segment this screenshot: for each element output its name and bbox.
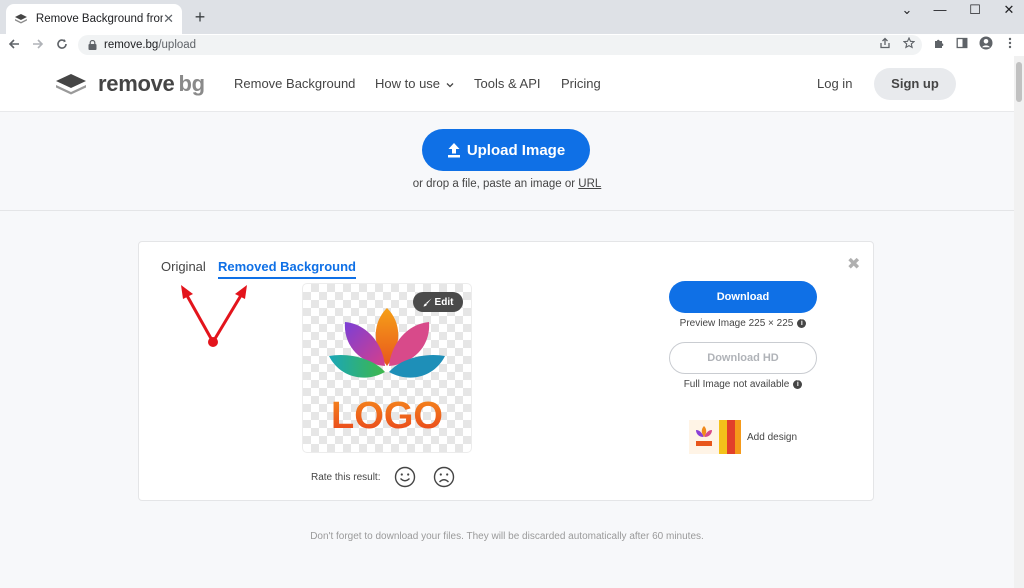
profile-avatar-icon[interactable] [977, 36, 995, 54]
preview-info-text: Preview Image 225 × 225 [679, 318, 794, 329]
removebg-logo-icon [56, 74, 86, 95]
forward-icon[interactable] [29, 36, 47, 54]
upload-icon [447, 143, 460, 158]
browser-tab-strip: Remove Background from Image ✕ + ⌄ — ☐ ✕ [0, 0, 1024, 34]
browser-menu-icon[interactable] [1001, 36, 1019, 54]
sad-face-icon[interactable] [433, 466, 455, 488]
bookmark-star-icon[interactable] [900, 36, 918, 54]
address-toolbar: remove.bg/upload [0, 34, 1024, 56]
annotation-arrows [181, 285, 247, 347]
page-scrollbar[interactable] [1014, 56, 1024, 588]
info-icon[interactable]: i [793, 380, 803, 389]
logo-bg-word: bg [178, 71, 205, 96]
full-info-text: Full Image not available [683, 379, 790, 390]
url-link[interactable]: URL [578, 178, 601, 190]
rate-result: Rate this result: [311, 466, 455, 488]
info-icon[interactable]: i [797, 319, 807, 328]
nav-pricing[interactable]: Pricing [561, 76, 601, 91]
edit-button[interactable]: Edit [413, 292, 463, 312]
preview-image-info: Preview Image 225 × 225 i [643, 318, 843, 329]
tab-search-icon[interactable]: ⌄ [892, 0, 922, 20]
nav-tools-api[interactable]: Tools & API [474, 76, 540, 91]
upload-image-button[interactable]: Upload Image [422, 129, 590, 171]
add-design-thumbnail[interactable] [689, 420, 741, 454]
back-icon[interactable] [5, 36, 23, 54]
download-hd-button[interactable]: Download HD [669, 342, 817, 374]
reload-icon[interactable] [53, 36, 71, 54]
logo-text: LOGO [331, 395, 443, 434]
url-host: remove.bg [104, 39, 159, 51]
extensions-icon[interactable] [930, 36, 948, 54]
lock-icon [88, 40, 97, 50]
maximize-button[interactable]: ☐ [960, 0, 990, 20]
new-tab-button[interactable]: + [190, 7, 210, 28]
happy-face-icon[interactable] [394, 466, 416, 488]
site-logo[interactable]: remove bg [54, 71, 205, 97]
window-close-button[interactable]: ✕ [994, 0, 1024, 20]
upload-section: Upload Image or drop a file, paste an im… [0, 112, 1014, 211]
add-design-label[interactable]: Add design [747, 432, 797, 443]
signup-button[interactable]: Sign up [874, 68, 956, 100]
page-viewport: remove bg Remove Background How to use T… [0, 56, 1014, 588]
upload-image-label: Upload Image [466, 141, 566, 159]
brush-icon [423, 298, 432, 306]
discard-notice: Don't forget to download your files. The… [310, 531, 704, 542]
minimize-button[interactable]: — [925, 0, 955, 20]
edit-label: Edit [434, 296, 454, 308]
nav-remove-background[interactable]: Remove Background [234, 76, 355, 91]
result-preview-image: LOGO Edit [303, 284, 471, 452]
lotus-logo-image: LOGO [329, 308, 445, 434]
tab-title: Remove Background from Image [35, 13, 163, 25]
removebg-favicon-icon [14, 14, 27, 24]
nav-how-to-use[interactable]: How to use [375, 76, 454, 91]
browser-tab[interactable]: Remove Background from Image ✕ [6, 4, 182, 34]
result-card: ✖ Original Removed Background LOGO Edit … [138, 241, 874, 501]
side-panel-icon[interactable] [953, 36, 971, 54]
scrollbar-thumb[interactable] [1016, 62, 1022, 102]
drop-hint: or drop a file, paste an image or URL [0, 178, 1014, 190]
chevron-down-icon [446, 83, 454, 88]
drop-hint-text: or drop a file, paste an image or [412, 178, 579, 190]
tab-close-icon[interactable]: ✕ [163, 11, 174, 27]
login-link[interactable]: Log in [817, 76, 852, 91]
full-image-info: Full Image not available i [643, 379, 843, 390]
url-bar[interactable]: remove.bg/upload [78, 35, 922, 55]
site-header: remove bg Remove Background How to use T… [0, 56, 1014, 112]
rate-label: Rate this result: [311, 471, 381, 483]
logo-word: remove [98, 71, 175, 96]
share-icon[interactable] [876, 36, 894, 54]
close-result-icon[interactable]: ✖ [847, 254, 860, 274]
tab-removed-background[interactable]: Removed Background [218, 259, 356, 279]
tab-original[interactable]: Original [161, 259, 206, 274]
download-button[interactable]: Download [669, 281, 817, 313]
nav-how-to-use-label: How to use [375, 76, 441, 91]
url-path: /upload [158, 39, 197, 51]
